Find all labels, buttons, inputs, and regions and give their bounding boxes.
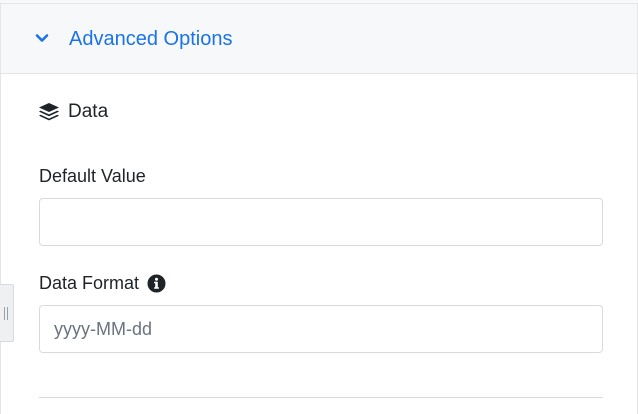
data-format-input[interactable] xyxy=(39,305,603,353)
advanced-options-title: Advanced Options xyxy=(69,28,233,50)
default-value-label: Default Value xyxy=(39,165,146,187)
info-icon[interactable] xyxy=(147,274,166,293)
resize-grip-line xyxy=(4,307,5,320)
layers-icon xyxy=(38,102,60,122)
data-format-label: Data Format xyxy=(39,272,166,294)
default-value-input[interactable] xyxy=(39,198,603,246)
data-format-label-text: Data Format xyxy=(39,273,140,293)
default-value-label-text: Default Value xyxy=(39,166,146,186)
data-section-title: Data xyxy=(68,101,109,122)
resize-grip-line xyxy=(7,307,8,320)
section-divider xyxy=(39,397,603,398)
properties-panel: Advanced Options Data Default Value Data… xyxy=(0,4,638,414)
data-section-heading: Data xyxy=(38,100,108,124)
chevron-down-icon xyxy=(34,30,50,46)
advanced-options-header[interactable]: Advanced Options xyxy=(1,4,637,74)
panel-resize-handle[interactable] xyxy=(0,284,14,342)
